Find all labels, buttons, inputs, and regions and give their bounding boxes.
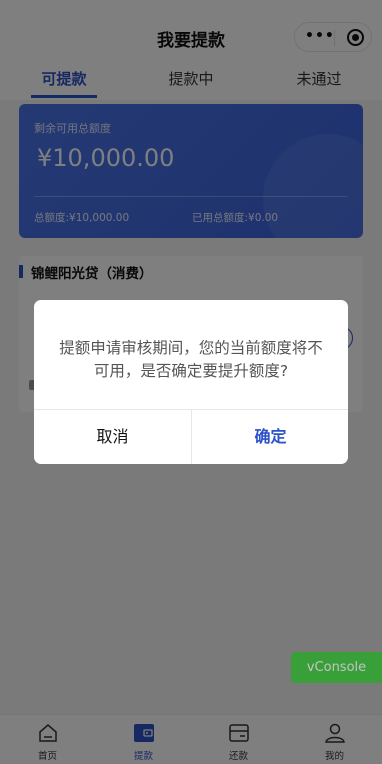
vconsole-button[interactable]: vConsole — [291, 652, 382, 683]
cancel-button[interactable]: 取消 — [34, 410, 191, 464]
confirm-dialog: 提额申请审核期间，您的当前额度将不可用，是否确定要提升额度? 取消 确定 — [34, 300, 348, 464]
confirm-button[interactable]: 确定 — [192, 410, 348, 464]
dialog-message: 提额申请审核期间，您的当前额度将不可用，是否确定要提升额度? — [59, 339, 323, 380]
